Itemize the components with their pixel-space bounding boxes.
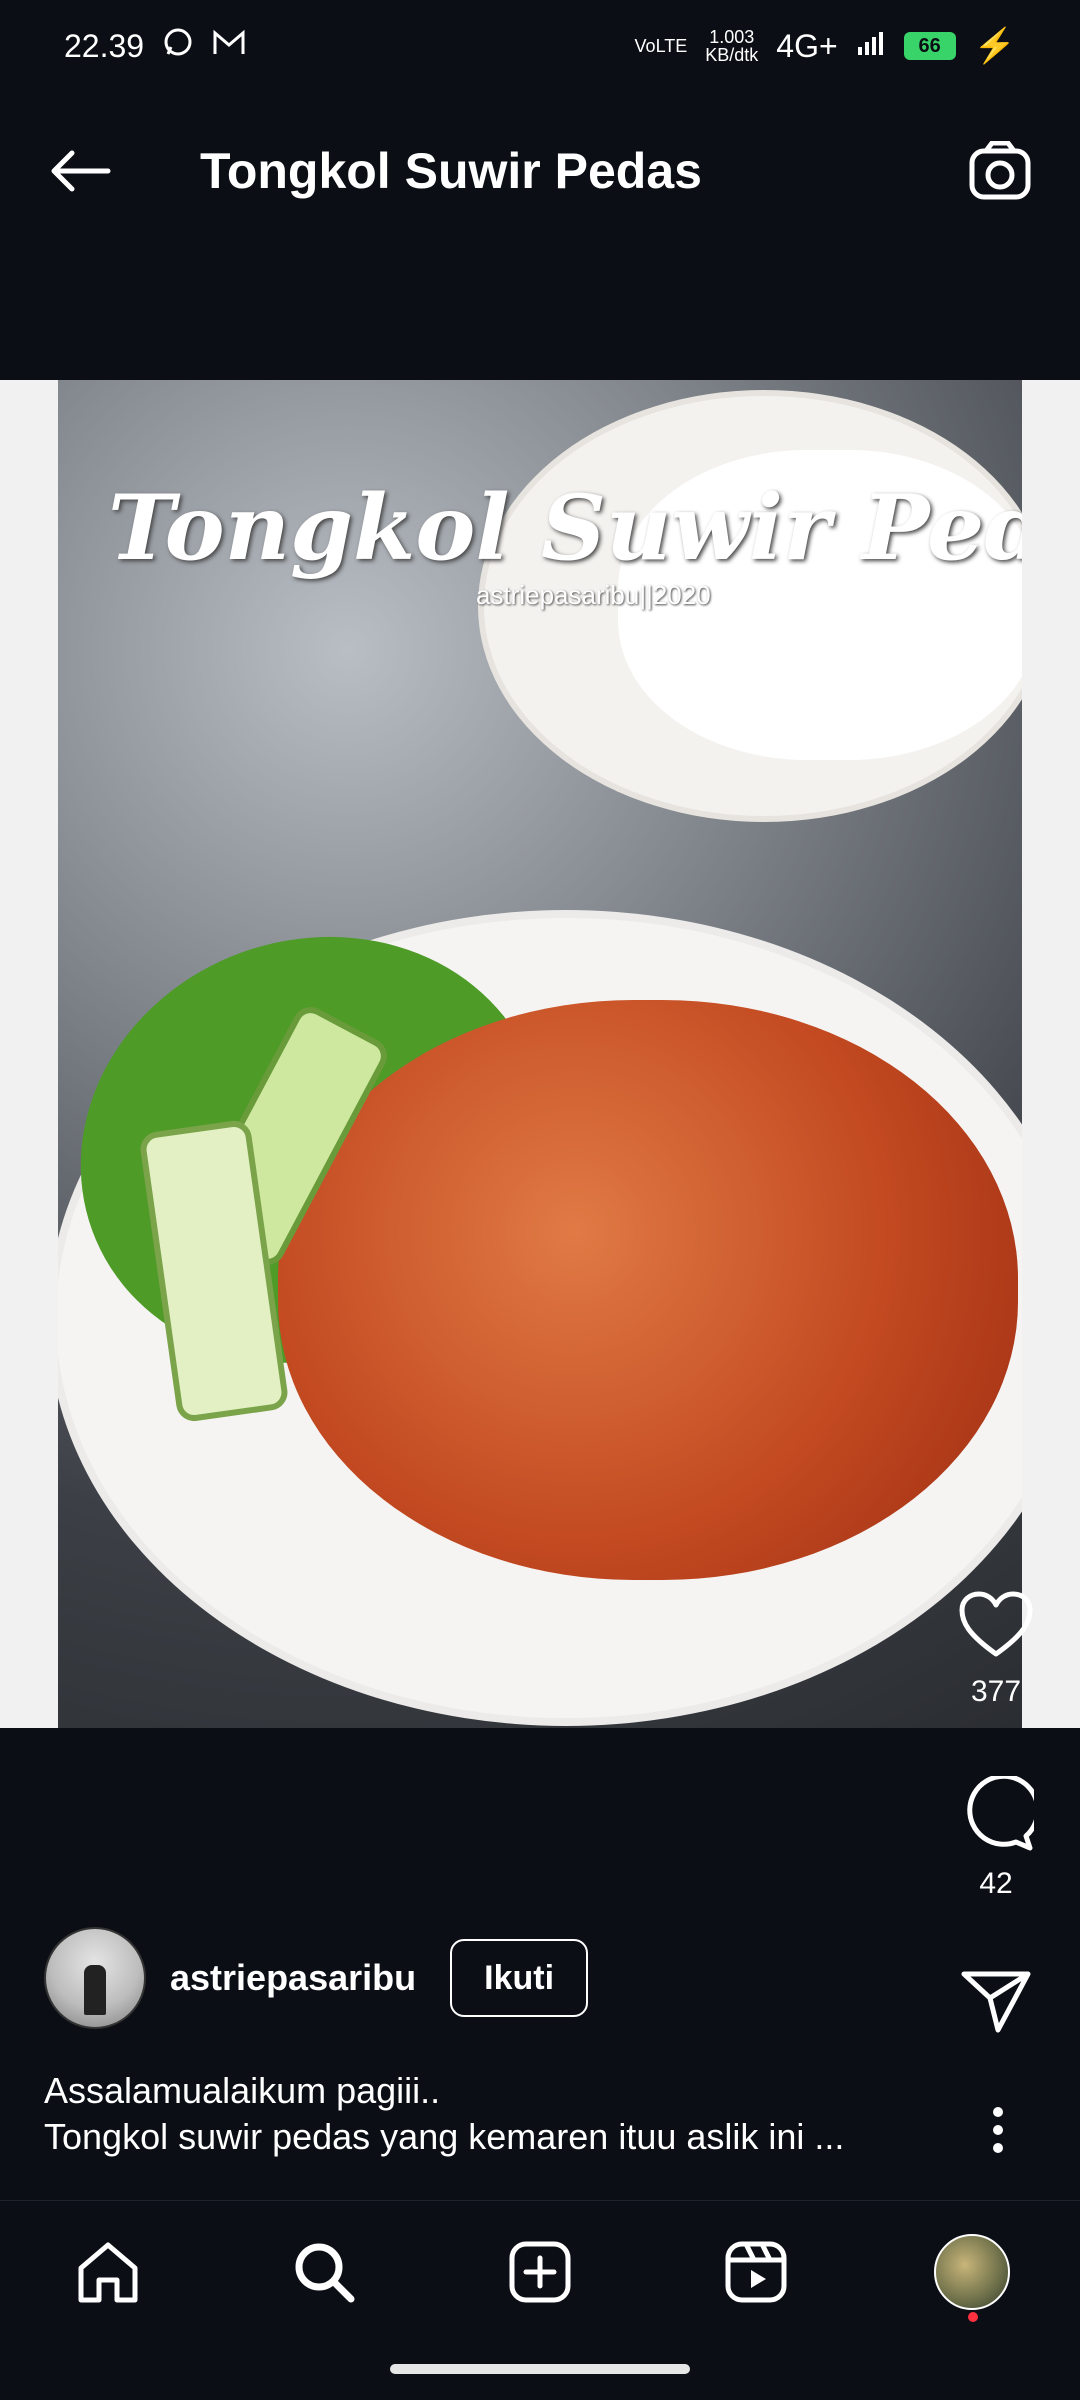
comment-icon xyxy=(967,1773,1041,1851)
back-button[interactable] xyxy=(40,131,120,211)
nav-profile[interactable] xyxy=(912,2212,1032,2332)
shredded-tuna-dish xyxy=(278,1000,1018,1580)
home-icon xyxy=(78,2242,138,2303)
like-count: 377 xyxy=(970,1675,1022,1708)
battery-indicator: 66 xyxy=(903,32,956,60)
food-photo: Tongkol Suwir Pedas astriepasaribu||2020 xyxy=(58,380,1022,1728)
camera-button[interactable] xyxy=(960,131,1040,211)
signal-bars-icon xyxy=(856,28,886,65)
post-caption[interactable]: Assalamualaikum pagiii.. Tongkol suwir p… xyxy=(44,2068,944,2160)
send-icon xyxy=(961,1971,1031,2033)
gmail-icon xyxy=(212,28,246,65)
network-speed-unit: KB/dtk xyxy=(705,45,759,65)
heart-icon xyxy=(959,1591,1033,1657)
search-icon xyxy=(295,2243,355,2303)
caption-line: Tongkol suwir pedas yang kemaren ituu as… xyxy=(44,2116,845,2157)
top-app-bar: Tongkol Suwir Pedas xyxy=(0,92,1080,250)
nav-create[interactable] xyxy=(480,2212,600,2332)
charging-icon: ⚡ xyxy=(973,27,1016,65)
like-button[interactable] xyxy=(946,1590,1046,1665)
clock: 22.39 xyxy=(64,27,145,64)
bottom-navigation xyxy=(0,2200,1080,2343)
back-arrow-icon xyxy=(51,150,111,192)
caption-line: Assalamualaikum pagiii.. xyxy=(44,2070,441,2111)
create-icon xyxy=(509,2241,571,2303)
more-options-button[interactable] xyxy=(968,2090,1028,2170)
share-button[interactable] xyxy=(946,1968,1046,2039)
photo-overlay-credit: astriepasaribu||2020 xyxy=(476,580,711,610)
network-speed: 1.003 KB/dtk xyxy=(705,28,758,64)
follow-button[interactable]: Ikuti xyxy=(450,1939,589,2017)
more-vertical-icon xyxy=(993,2107,1003,2153)
comment-button[interactable] xyxy=(946,1773,1046,1857)
status-bar: 22.39 VoLTE 1.003 KB/dtk 4G+ 66 ⚡ xyxy=(0,0,1080,92)
camera-icon xyxy=(969,141,1031,200)
reels-icon xyxy=(725,2241,787,2303)
post-media[interactable]: Tongkol Suwir Pedas astriepasaribu||2020 xyxy=(0,380,1080,1728)
home-gesture-bar[interactable] xyxy=(390,2364,690,2374)
volte-indicator: VoLTE xyxy=(634,36,688,56)
nav-reels[interactable] xyxy=(696,2212,816,2332)
nav-home[interactable] xyxy=(48,2212,168,2332)
photo-overlay-title: Tongkol Suwir Pedas xyxy=(108,475,1022,581)
comment-action: 42 xyxy=(946,1773,1046,1901)
share-action xyxy=(946,1968,1046,2039)
avatar-figure xyxy=(84,1965,106,2015)
network-type: 4G+ xyxy=(776,27,838,64)
author-username[interactable]: astriepasaribu xyxy=(170,1957,416,1999)
profile-avatar xyxy=(934,2234,1010,2310)
author-avatar[interactable] xyxy=(44,1927,146,2029)
like-action: 377 xyxy=(946,1590,1046,1709)
network-speed-value: 1.003 xyxy=(709,27,755,47)
whatsapp-icon xyxy=(162,26,194,66)
notification-dot xyxy=(968,2312,978,2322)
author-row: astriepasaribu Ikuti xyxy=(44,1927,589,2029)
nav-search[interactable] xyxy=(264,2212,384,2332)
comment-count: 42 xyxy=(979,1867,1013,1900)
page-title: Tongkol Suwir Pedas xyxy=(200,143,702,199)
